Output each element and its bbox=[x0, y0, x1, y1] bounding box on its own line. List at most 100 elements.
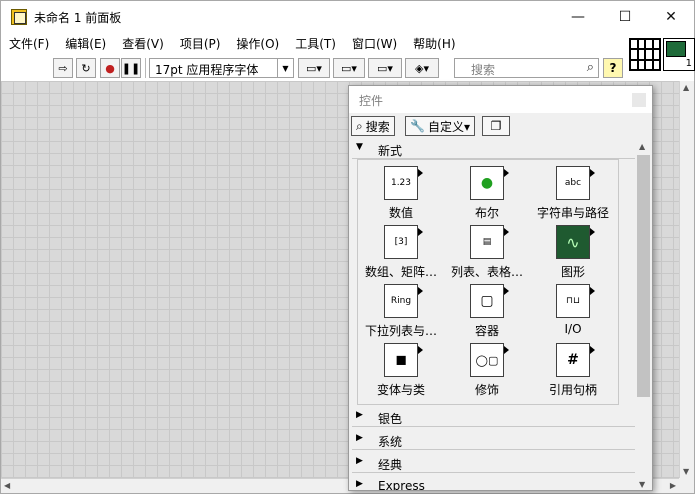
reorder-icon[interactable]: ◈▾ bbox=[405, 58, 439, 78]
triangle-right-icon: ▶ bbox=[356, 479, 363, 489]
vertical-scrollbar[interactable]: ▲ ▼ bbox=[679, 81, 694, 478]
palette-item-refnum[interactable]: # 引用句柄 bbox=[530, 339, 616, 398]
palette-item-list-table[interactable]: ▤ 列表、表格… bbox=[444, 221, 530, 280]
palette-item-string-path[interactable]: abc 字符串与路径 bbox=[530, 162, 616, 221]
palette-item-label: 变体与类 bbox=[376, 383, 425, 397]
search-field[interactable]: 搜索 ⌕ bbox=[454, 58, 599, 78]
palette-items-grid: 1.23 数值 ● 布尔 abc 字符串与路径 [3] 数组、矩阵… ▤ 列表、… bbox=[357, 159, 619, 405]
section-express[interactable]: ▶ Express bbox=[352, 476, 635, 491]
search-icon: ⌕ bbox=[356, 118, 363, 133]
close-button[interactable]: ✕ bbox=[648, 1, 694, 32]
scroll-up-icon[interactable]: ▲ bbox=[639, 142, 645, 151]
section-classic[interactable]: ▶ 经典 bbox=[352, 453, 635, 473]
palette-item-io[interactable]: ⊓⊔ I/O bbox=[530, 280, 616, 339]
triangle-right-icon: ▶ bbox=[356, 456, 363, 466]
decorations-icon: ◯▢ bbox=[470, 343, 509, 377]
section-modern[interactable]: ▼ 新式 bbox=[352, 139, 635, 159]
section-silver[interactable]: ▶ 银色 bbox=[352, 407, 635, 427]
vi-icon-number: 1 bbox=[685, 58, 692, 69]
boolean-icon: ● bbox=[470, 166, 509, 200]
palette-item-numeric[interactable]: 1.23 数值 bbox=[358, 162, 444, 221]
palette-title: 控件 bbox=[359, 94, 384, 108]
palette-scroll-thumb[interactable] bbox=[637, 155, 650, 397]
scroll-left-icon[interactable]: ◀ bbox=[4, 481, 10, 490]
labview-app-icon[interactable] bbox=[11, 9, 27, 25]
align-objects-icon[interactable]: ▭▾ bbox=[298, 58, 330, 78]
palette-item-variant-class[interactable]: ◼ 变体与类 bbox=[358, 339, 444, 398]
menu-help[interactable]: 帮助(H) bbox=[405, 32, 463, 54]
scroll-corner bbox=[679, 478, 694, 493]
vi-icon-screen bbox=[666, 41, 686, 57]
palette-customize-label: 自定义▾ bbox=[427, 119, 470, 134]
palette-search-button[interactable]: ⌕ 搜索 bbox=[351, 116, 395, 136]
graph-icon: ∿ bbox=[556, 225, 595, 259]
string-path-icon: abc bbox=[556, 166, 595, 200]
window-restore-icon: ❐ bbox=[490, 119, 502, 133]
palette-scrollbar[interactable]: ▲ ▼ bbox=[635, 139, 652, 490]
pause-icon[interactable]: ❚❚ bbox=[121, 58, 141, 78]
labview-front-panel-window: 未命名 1 前面板 — ☐ ✕ 文件(F) 编辑(E) 查看(V) 项目(P) … bbox=[0, 0, 695, 494]
text-settings-dropdown[interactable]: 17pt 应用程序字体 ▼ bbox=[149, 58, 294, 78]
palette-item-label: I/O bbox=[564, 322, 582, 336]
palette-item-graph[interactable]: ∿ 图形 bbox=[530, 221, 616, 280]
title-bar[interactable]: 未命名 1 前面板 — ☐ ✕ bbox=[1, 1, 694, 32]
minimize-button[interactable]: — bbox=[555, 1, 601, 32]
palette-customize-button[interactable]: 🔧 自定义▾ bbox=[405, 116, 475, 136]
section-label: 新式 bbox=[378, 144, 403, 158]
triangle-down-icon: ▼ bbox=[356, 142, 363, 152]
abort-execution-icon[interactable]: ● bbox=[100, 58, 120, 78]
ring-enum-icon: Ring bbox=[384, 284, 423, 318]
window-title: 未命名 1 前面板 bbox=[34, 11, 122, 25]
maximize-button[interactable]: ☐ bbox=[602, 1, 648, 32]
scroll-up-icon[interactable]: ▲ bbox=[683, 83, 689, 92]
palette-content: ▼ 新式 1.23 数值 ● 布尔 abc 字符串与路径 [3] 数组、矩阵… … bbox=[352, 139, 635, 491]
palette-item-decorations[interactable]: ◯▢ 修饰 bbox=[444, 339, 530, 398]
distribute-objects-icon[interactable]: ▭▾ bbox=[333, 58, 365, 78]
toolbar-divider bbox=[145, 58, 146, 78]
refnum-icon: # bbox=[556, 343, 595, 377]
palette-item-containers[interactable]: ▢ 容器 bbox=[444, 280, 530, 339]
scroll-down-icon[interactable]: ▼ bbox=[639, 480, 645, 489]
palette-item-boolean[interactable]: ● 布尔 bbox=[444, 162, 530, 221]
menu-operate[interactable]: 操作(O) bbox=[228, 32, 287, 54]
section-label: 系统 bbox=[378, 435, 403, 449]
palette-window-button[interactable]: ❐ bbox=[482, 116, 510, 136]
chevron-down-icon: ▼ bbox=[277, 59, 293, 77]
menu-view[interactable]: 查看(V) bbox=[114, 32, 172, 54]
run-continuously-icon[interactable]: ↻ bbox=[76, 58, 96, 78]
containers-icon: ▢ bbox=[470, 284, 509, 318]
menu-window[interactable]: 窗口(W) bbox=[344, 32, 405, 54]
menu-edit[interactable]: 编辑(E) bbox=[57, 32, 114, 54]
palette-item-label: 字符串与路径 bbox=[536, 206, 609, 220]
palette-title-bar[interactable]: 控件 bbox=[349, 86, 652, 113]
section-label: Express bbox=[378, 479, 425, 491]
section-label: 银色 bbox=[378, 412, 403, 426]
triangle-right-icon: ▶ bbox=[356, 433, 363, 443]
palette-item-label: 数值 bbox=[388, 206, 413, 220]
toolbar: ⇨ ↻ ● ❚❚ 17pt 应用程序字体 ▼ ▭▾ ▭▾ ▭▾ ◈▾ 搜索 ⌕ … bbox=[1, 54, 625, 81]
palette-item-array-matrix[interactable]: [3] 数组、矩阵… bbox=[358, 221, 444, 280]
run-arrow-icon[interactable]: ⇨ bbox=[53, 58, 73, 78]
context-help-button[interactable]: ? bbox=[603, 58, 623, 78]
section-system[interactable]: ▶ 系统 bbox=[352, 430, 635, 450]
scroll-down-icon[interactable]: ▼ bbox=[683, 467, 689, 476]
palette-item-label: 图形 bbox=[560, 265, 585, 279]
resize-objects-icon[interactable]: ▭▾ bbox=[368, 58, 402, 78]
font-setting-label: 17pt 应用程序字体 bbox=[155, 63, 259, 77]
array-matrix-icon: [3] bbox=[384, 225, 423, 259]
palette-item-label: 布尔 bbox=[474, 206, 499, 220]
search-icon[interactable]: ⌕ bbox=[587, 60, 594, 75]
list-table-icon: ▤ bbox=[470, 225, 509, 259]
menu-project[interactable]: 项目(P) bbox=[172, 32, 229, 54]
palette-toolbar: ⌕ 搜索 🔧 自定义▾ ❐ bbox=[349, 115, 652, 137]
connector-pane-icon[interactable] bbox=[629, 38, 661, 71]
vi-icon[interactable]: 1 bbox=[663, 38, 695, 71]
menu-file[interactable]: 文件(F) bbox=[1, 32, 57, 54]
palette-item-ring-enum[interactable]: Ring 下拉列表与… bbox=[358, 280, 444, 339]
palette-close-button[interactable] bbox=[632, 93, 646, 107]
scroll-right-icon[interactable]: ▶ bbox=[670, 481, 676, 490]
wrench-icon: 🔧 bbox=[410, 119, 425, 133]
palette-item-label: 修饰 bbox=[474, 383, 499, 397]
menu-tools[interactable]: 工具(T) bbox=[287, 32, 344, 54]
palette-item-label: 容器 bbox=[474, 324, 499, 338]
